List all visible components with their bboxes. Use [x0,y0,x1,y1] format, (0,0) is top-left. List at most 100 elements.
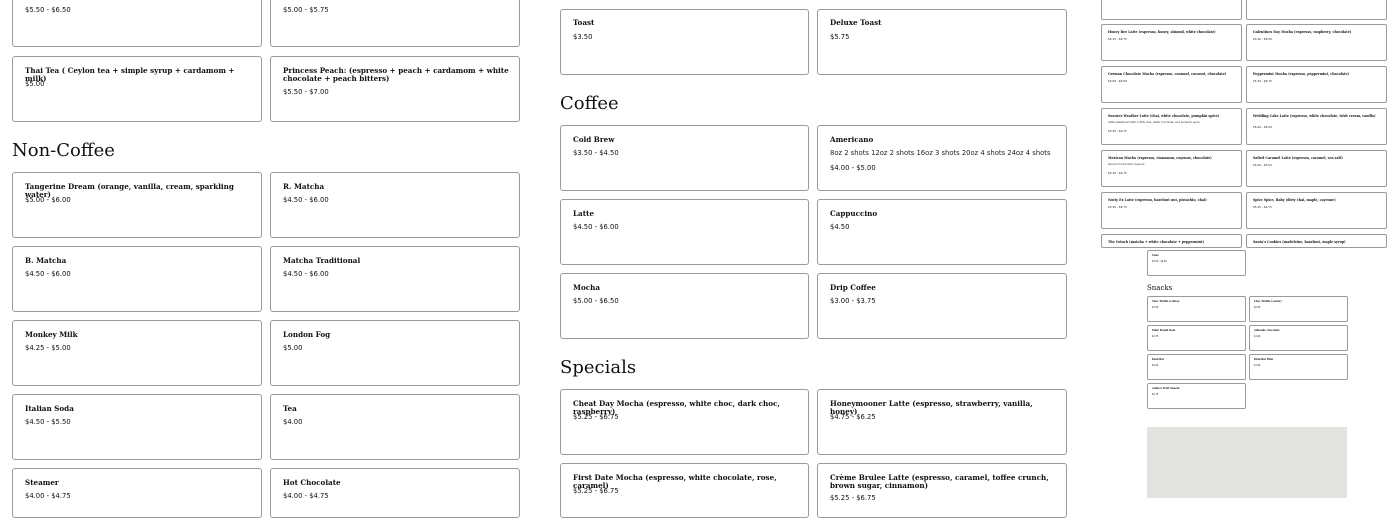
menu-item-card[interactable]: Americano 8oz 2 shots 12oz 2 shots 16oz … [817,125,1067,191]
item-price: $1.00 [1254,364,1261,367]
snack-card[interactable]: Choc Truffle (caster) $2.50 [1249,296,1348,322]
menu-item-card[interactable]: B. Matcha $4.50 - $6.00 [12,246,262,312]
item-price: $5.50 - $6.50 [25,6,71,14]
mini-item-card[interactable]: Mexican Mocha (espresso, cinnamon, cayen… [1101,150,1242,187]
item-price: $2.50 [1254,306,1261,309]
item-name: Nutty Ex Latte (espresso, hazelnut nut, … [1108,198,1207,202]
item-name: Galentines Day Mocha (espresso, raspberr… [1253,30,1352,34]
item-name: R. Matcha [283,182,325,191]
item-price: $5.00 - $6.00 [25,196,71,204]
item-name: Sweater Weather Latte (chai, white choco… [1108,114,1220,118]
mini-item-card[interactable]: Sweater Weather Latte (chai, white choco… [1101,108,1242,145]
snack-card[interactable]: Kind Bar $2.00 [1147,354,1246,380]
item-description: 8oz 2 shots 12oz 2 shots 16oz 3 shots 20… [830,149,1051,157]
item-name: Mocha [573,283,601,292]
item-price: $4.00 [283,418,303,426]
item-price: $3.50 [573,33,593,41]
menu-item-card-princess-peach[interactable]: Princess Peach: (espresso + peach + card… [270,56,520,122]
mini-item-card[interactable]: Santa's Cookies (madeleine, hazelnut, ma… [1246,234,1387,248]
item-price: $4.75 - $6.25 [830,413,876,421]
item-price: $5.00 [25,80,45,88]
item-price: $5.25 - $6.75 [830,494,876,502]
item-name: Matcha Traditional [283,256,361,265]
menu-item-card[interactable]: Monkey Milk $4.25 - $5.00 [12,320,262,386]
item-price: $2.50 [1152,306,1159,309]
mini-top-card-1[interactable] [1101,0,1242,20]
item-name: Honey Bee Latte (espresso, honey, almond… [1108,30,1216,34]
item-price: $5.25 - $6.75 [1108,37,1127,41]
menu-item-card-toast[interactable]: Toast $3.50 [560,9,809,75]
item-price: $4.00 - $4.75 [283,492,329,500]
item-price: $5.00 - $6.50 [573,297,619,305]
mini-item-card[interactable]: Honey Bee Latte (espresso, honey, almond… [1101,24,1242,61]
item-name: Cake [1152,254,1159,257]
item-description: Latte sweetened with a little chai, whit… [1108,121,1201,124]
item-price: $5.00 [283,344,303,352]
menu-item-card[interactable]: Crème Brulee Latte (espresso, caramel, t… [817,463,1067,518]
section-heading-coffee: Coffee [560,93,619,114]
menu-item-card-thai-tea[interactable]: Thai Tea ( Ceylon tea + simple syrup + c… [12,56,262,122]
menu-item-card[interactable]: Cappuccino $4.50 [817,199,1067,265]
menu-item-card[interactable]: R. Matcha $4.50 - $6.00 [270,172,520,238]
mini-item-card[interactable]: Galentines Day Mocha (espresso, raspberr… [1246,24,1387,61]
mini-cake-card[interactable]: Cake $3.50 - $4.00 [1147,250,1246,276]
item-price: $3.50 - $4.50 [573,149,619,157]
menu-item-card[interactable]: Latte $4.50 - $6.00 [560,199,809,265]
footer-placeholder-block [1147,427,1347,498]
menu-item-card[interactable]: Cheat Day Mocha (espresso, white choc, d… [560,389,809,455]
item-price: $5.00 - $6.50 [1253,37,1272,41]
item-price: $0.75 [1152,393,1159,396]
item-name: Drip Coffee [830,283,876,292]
mini-top-card-2[interactable] [1246,0,1387,20]
item-price: $5.75 [830,33,850,41]
item-name: Princess Peach: (espresso + peach + card… [283,66,509,84]
item-name: Thai Tea ( Ceylon tea + simple syrup + c… [25,66,235,84]
item-name: Salted Caramel Latte (espresso, caramel,… [1253,156,1343,160]
menu-item-card[interactable]: Matcha Traditional $4.50 - $6.00 [270,246,520,312]
item-price: $4.50 - $6.00 [25,270,71,278]
menu-item-card[interactable]: London Fog $5.00 [270,320,520,386]
item-name: Annie's Fruit Snacks [1152,387,1180,390]
menu-item-card[interactable]: Steamer $4.00 - $4.75 [12,468,262,518]
mini-item-card[interactable]: Nutty Ex Latte (espresso, hazelnut nut, … [1101,192,1242,229]
item-name: Italian Soda [25,404,74,413]
item-name: Hot Chocolate [283,478,341,487]
item-price: $5.25 - $6.75 [1108,205,1127,209]
menu-item-card-deluxe-toast[interactable]: Deluxe Toast $5.75 [817,9,1067,75]
item-name: Deluxe Toast [830,18,882,27]
item-name: Santa's Cookies (madeleine, hazelnut, ma… [1253,240,1346,244]
menu-item-card[interactable]: First Date Mocha (espresso, white chocol… [560,463,809,518]
item-name: Kind Bar [1152,358,1165,361]
section-heading-specials: Specials [560,357,637,378]
menu-item-card[interactable]: Honeymooner Latte (espresso, strawberry,… [817,389,1067,455]
item-name: Wedding Cake Latte (espresso, white choc… [1253,114,1376,118]
mini-item-card[interactable]: The Grinch (matcha + white chocolate + p… [1101,234,1242,248]
mini-item-card[interactable]: Wedding Cake Latte (espresso, white choc… [1246,108,1387,145]
menu-item-card[interactable]: Mocha $5.00 - $6.50 [560,273,809,339]
item-price: $2.00 [1152,364,1159,367]
snack-card[interactable]: Plain Pound Item $2.75 [1147,325,1246,351]
mini-item-card[interactable]: Salted Caramel Latte (espresso, caramel,… [1246,150,1387,187]
snack-card[interactable]: Almondo chocolate $1.00 [1249,325,1348,351]
item-name: Cold Brew [573,135,615,144]
top-partial-card-1[interactable]: $5.50 - $6.50 [12,0,262,47]
menu-item-card[interactable]: Hot Chocolate $4.00 - $4.75 [270,468,520,518]
menu-item-card[interactable]: Drip Coffee $3.00 - $3.75 [817,273,1067,339]
snack-card[interactable]: Annie's Fruit Snacks $0.75 [1147,383,1246,409]
item-name: Spice Spice, Baby (dirty chai, maple, ca… [1253,198,1336,202]
item-name: Choc Truffle (coffee) [1152,300,1180,303]
menu-item-card[interactable]: Italian Soda $4.50 - $5.50 [12,394,262,460]
top-partial-card-2[interactable]: $5.00 - $5.75 [270,0,520,47]
menu-item-card[interactable]: Tea $4.00 [270,394,520,460]
menu-item-card[interactable]: Cold Brew $3.50 - $4.50 [560,125,809,191]
snack-card[interactable]: Choc Truffle (coffee) $2.50 [1147,296,1246,322]
item-name: Choc Truffle (caster) [1254,300,1282,303]
mini-item-card[interactable]: Peppermint Mocha (espresso, peppermint, … [1246,66,1387,103]
mini-item-card[interactable]: German Chocolate Mocha (espresso, carame… [1101,66,1242,103]
mini-item-card[interactable]: Spice Spice, Baby (dirty chai, maple, ca… [1246,192,1387,229]
item-name: London Fog [283,330,331,339]
snack-card[interactable]: Kind Bar Mini $1.00 [1249,354,1348,380]
item-price: $4.50 - $6.00 [573,223,619,231]
item-name: German Chocolate Mocha (espresso, carame… [1108,72,1227,76]
menu-item-card[interactable]: Tangerine Dream (orange, vanilla, cream,… [12,172,262,238]
